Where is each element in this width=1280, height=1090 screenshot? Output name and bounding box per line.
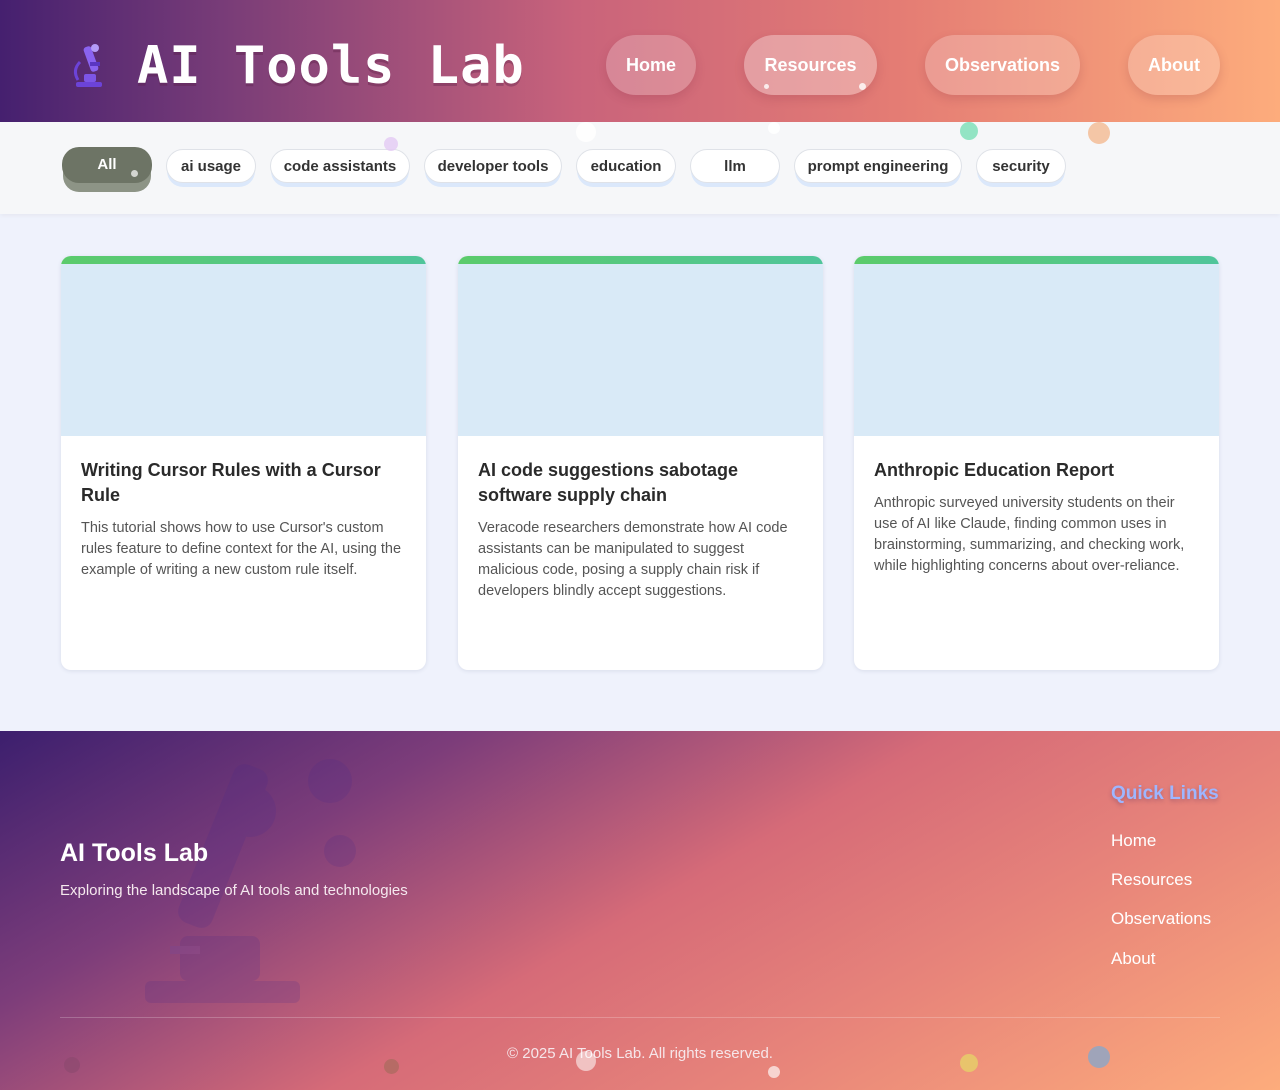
tag-filter-bar: All ai usage code assistants developer t…: [0, 122, 1280, 214]
card-accent-bar: [61, 256, 426, 264]
filter-chip-ai-usage[interactable]: ai usage: [166, 149, 256, 183]
footer-divider: [60, 1017, 1220, 1018]
site-brand[interactable]: AI Tools Lab: [137, 38, 525, 94]
decorative-dot: [1088, 122, 1110, 144]
nav-home[interactable]: Home: [606, 35, 696, 95]
nav-observations[interactable]: Observations: [925, 35, 1080, 95]
resource-card[interactable]: Anthropic Education Report Anthropic sur…: [854, 256, 1219, 670]
filter-chip-education[interactable]: education: [576, 149, 676, 183]
decorative-dot: [859, 83, 866, 90]
microscope-watermark-icon: [145, 759, 356, 1003]
decorative-dot: [768, 122, 780, 134]
decorative-dot: [768, 1066, 780, 1078]
card-description: This tutorial shows how to use Cursor's …: [81, 520, 402, 578]
nav-about[interactable]: About: [1128, 35, 1220, 95]
site-footer: AI Tools Lab Exploring the landscape of …: [0, 731, 1280, 1090]
card-description: Anthropic surveyed university students o…: [874, 495, 1185, 574]
filter-chip-security[interactable]: security: [976, 149, 1066, 183]
nav-resources-label: Resources: [764, 55, 857, 75]
card-title[interactable]: Writing Cursor Rules with a Cursor Rule: [81, 458, 406, 508]
decorative-dot: [1088, 1046, 1110, 1068]
decorative-dot: [576, 1051, 596, 1071]
filter-chip-all[interactable]: All: [62, 147, 152, 183]
decorative-dot: [960, 1054, 978, 1072]
card-title[interactable]: AI code suggestions sabotage software su…: [478, 458, 803, 508]
footer-link-observations[interactable]: Observations: [1111, 909, 1211, 929]
card-accent-bar: [458, 256, 823, 264]
footer-tagline: Exploring the landscape of AI tools and …: [60, 882, 408, 899]
footer-link-resources[interactable]: Resources: [1111, 870, 1192, 890]
filter-chip-code-assistants[interactable]: code assistants: [270, 149, 410, 183]
card-accent-bar: [854, 256, 1219, 264]
decorative-dot: [960, 122, 978, 140]
card-title[interactable]: Anthropic Education Report: [874, 458, 1199, 483]
decorative-dot: [64, 1057, 80, 1073]
filter-chip-developer-tools[interactable]: developer tools: [424, 149, 562, 183]
decorative-dot: [131, 170, 138, 177]
filter-chip-prompt-engineering[interactable]: prompt engineering: [794, 149, 962, 183]
resource-card[interactable]: AI code suggestions sabotage software su…: [458, 256, 823, 670]
card-image-placeholder: [61, 264, 426, 436]
resource-card[interactable]: Writing Cursor Rules with a Cursor Rule …: [61, 256, 426, 670]
decorative-dot: [576, 122, 596, 142]
decorative-dot: [384, 1059, 399, 1074]
footer-link-about[interactable]: About: [1111, 949, 1155, 969]
decorative-dot: [384, 137, 398, 151]
card-description: Veracode researchers demonstrate how AI …: [478, 520, 788, 599]
footer-title: AI Tools Lab: [60, 839, 209, 867]
filter-chip-llm[interactable]: llm: [690, 149, 780, 183]
card-image-placeholder: [458, 264, 823, 436]
footer-link-home[interactable]: Home: [1111, 831, 1156, 851]
card-image-placeholder: [854, 264, 1219, 436]
microscope-icon[interactable]: [68, 40, 108, 90]
nav-resources[interactable]: Resources: [744, 35, 877, 95]
quick-links-title: Quick Links: [1111, 783, 1219, 804]
decorative-dot: [764, 84, 769, 89]
site-header: AI Tools Lab Home Resources Observations…: [0, 0, 1280, 122]
